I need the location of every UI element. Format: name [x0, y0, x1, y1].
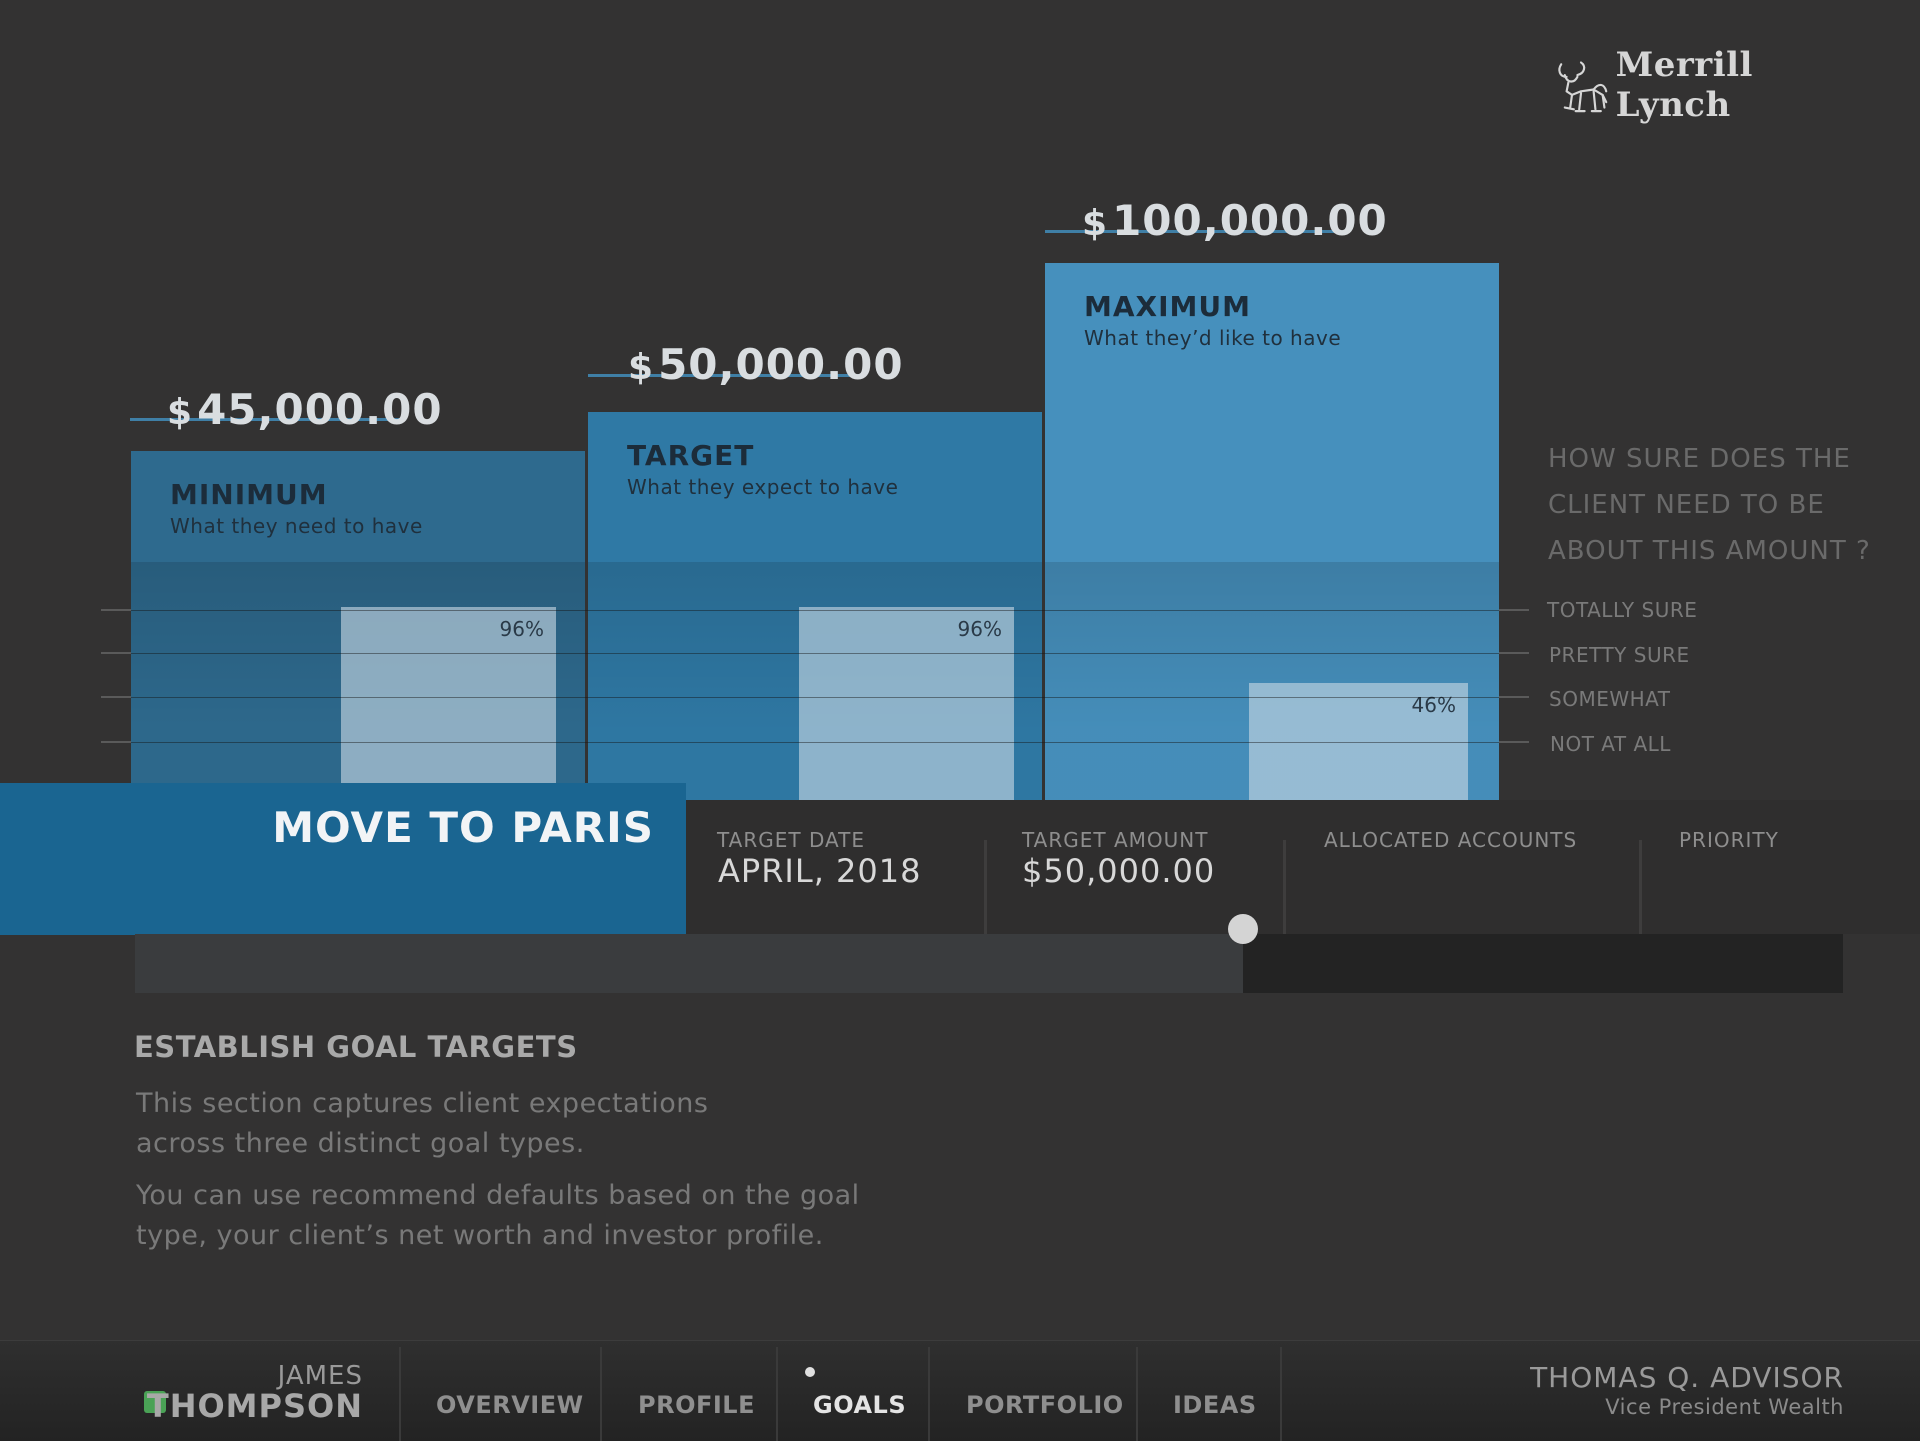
- slider-fill: [135, 934, 1244, 993]
- bottom-navigation: JAMES THOMPSON OVERVIEW PROFILE GOALS PO…: [0, 1340, 1920, 1441]
- value-text: 50,000.00: [1043, 852, 1216, 890]
- tier-name: MAXIMUM: [1084, 290, 1252, 323]
- field-label: PRIORITY: [1679, 828, 1779, 852]
- field-allocated-accounts[interactable]: ALLOCATED ACCOUNTS: [1289, 800, 1639, 934]
- tab-portfolio[interactable]: PORTFOLIO: [966, 1391, 1124, 1419]
- tick: [1499, 696, 1529, 698]
- bull-icon: [1558, 61, 1608, 113]
- field-divider: [1283, 840, 1286, 934]
- confidence-percent: 96%: [499, 617, 544, 641]
- tier-column-minimum[interactable]: MINIMUM What they need to have 96%: [131, 451, 585, 800]
- field-divider: [1639, 840, 1642, 934]
- tier-description: What they need to have: [170, 514, 423, 538]
- confidence-bar[interactable]: 96%: [799, 607, 1014, 800]
- description-paragraph: This section captures client expectation…: [136, 1088, 709, 1159]
- tick: [1499, 652, 1529, 654]
- field-label: TARGET DATE: [717, 828, 865, 852]
- goal-info-strip: TARGET DATE APRIL, 2018 TARGET AMOUNT $5…: [686, 800, 1920, 934]
- gridline: [131, 610, 1499, 611]
- gridline: [131, 742, 1499, 743]
- tick: [101, 652, 131, 654]
- field-divider: [984, 840, 987, 934]
- currency-symbol: $: [167, 392, 194, 433]
- slider-handle[interactable]: [1228, 914, 1259, 944]
- active-tab-indicator: [805, 1367, 815, 1377]
- tier-amount-maximum[interactable]: $100,000.00: [1082, 196, 1388, 245]
- tick: [101, 696, 131, 698]
- client-last-name[interactable]: THOMPSON: [147, 1387, 363, 1425]
- tick: [1499, 609, 1529, 611]
- tier-name: MINIMUM: [170, 478, 328, 511]
- goal-title: MOVE TO PARIS: [272, 803, 654, 852]
- currency-symbol: $: [628, 347, 655, 388]
- brand-name: Merrill Lynch: [1615, 45, 1753, 125]
- scale-label-totally-sure[interactable]: TOTALLY SURE: [1547, 598, 1697, 622]
- gridline: [131, 653, 1499, 654]
- nav-divider: [1280, 1347, 1282, 1441]
- tick: [101, 609, 131, 611]
- value-text: APRIL, 2018: [718, 852, 922, 890]
- tier-description: What they’d like to have: [1084, 326, 1342, 350]
- amount-value: 45,000.00: [197, 385, 443, 434]
- merrill-lynch-logo: Merrill Lynch: [1554, 45, 1854, 125]
- scale-label-pretty-sure[interactable]: PRETTY SURE: [1549, 643, 1690, 667]
- field-label: TARGET AMOUNT: [1022, 828, 1209, 852]
- scale-label-somewhat[interactable]: SOMEWHAT: [1549, 687, 1671, 711]
- tick: [1499, 741, 1529, 743]
- confidence-bar[interactable]: 96%: [341, 607, 556, 800]
- amount-value: 50,000.00: [658, 340, 904, 389]
- nav-divider: [928, 1347, 930, 1441]
- currency-symbol: $: [1022, 852, 1044, 890]
- goal-panel[interactable]: MOVE TO PARIS: [0, 783, 686, 935]
- tab-profile[interactable]: PROFILE: [638, 1391, 755, 1419]
- confidence-percent: 96%: [957, 617, 1002, 641]
- field-value: APRIL, 2018: [718, 852, 921, 890]
- scale-label-not-at-all[interactable]: NOT AT ALL: [1550, 732, 1671, 756]
- nav-divider: [776, 1347, 778, 1441]
- tier-name: TARGET: [627, 439, 755, 472]
- amount-value: 100,000.00: [1112, 196, 1388, 245]
- nav-divider: [1136, 1347, 1138, 1441]
- gridline: [131, 697, 1499, 698]
- goal-progress-slider[interactable]: [135, 914, 1843, 993]
- currency-symbol: $: [1082, 203, 1109, 244]
- tab-overview[interactable]: OVERVIEW: [436, 1391, 584, 1419]
- field-target-date[interactable]: TARGET DATE APRIL, 2018: [686, 800, 986, 934]
- description-paragraph: You can use recommend defaults based on …: [136, 1180, 860, 1251]
- tick: [101, 741, 131, 743]
- nav-divider: [399, 1347, 401, 1441]
- tab-goals[interactable]: GOALS: [813, 1391, 906, 1419]
- field-label: ALLOCATED ACCOUNTS: [1324, 828, 1578, 852]
- field-value: $50,000.00: [1022, 852, 1215, 890]
- advisor-name[interactable]: THOMAS Q. ADVISOR: [1530, 1361, 1844, 1394]
- tab-ideas[interactable]: IDEAS: [1173, 1391, 1257, 1419]
- tier-description: What they expect to have: [627, 475, 899, 499]
- tier-amount-minimum[interactable]: $45,000.00: [167, 385, 443, 434]
- field-priority[interactable]: PRIORITY: [1643, 800, 1920, 934]
- nav-divider: [600, 1347, 602, 1441]
- tier-column-maximum[interactable]: MAXIMUM What they’d like to have 46%: [1045, 263, 1499, 800]
- tier-amount-target[interactable]: $50,000.00: [628, 340, 904, 389]
- section-title: ESTABLISH GOAL TARGETS: [134, 1030, 578, 1064]
- certainty-question: HOW SURE DOES THE CLIENT NEED TO BE ABOU…: [1548, 444, 1871, 566]
- advisor-title: Vice President Wealth: [1605, 1395, 1844, 1419]
